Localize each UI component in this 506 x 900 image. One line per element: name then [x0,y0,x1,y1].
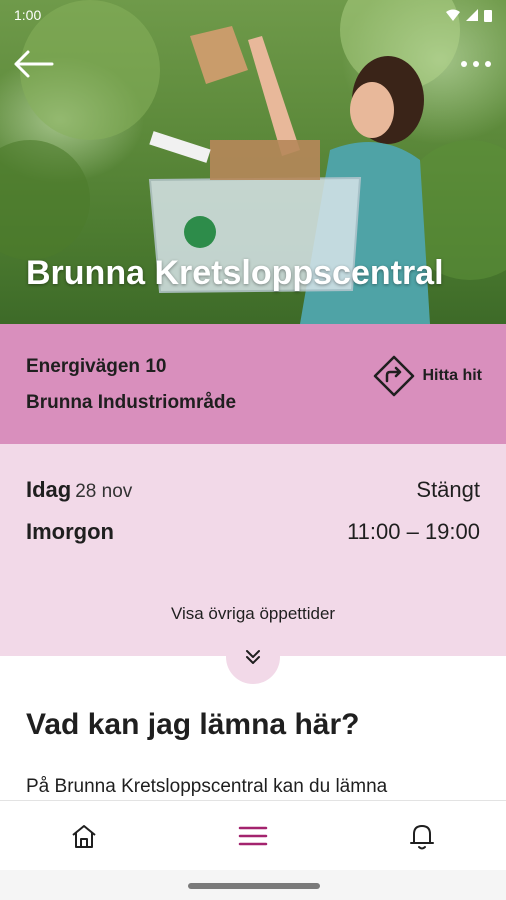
nav-notifications[interactable] [402,818,442,854]
nav-home[interactable] [64,818,104,854]
page-title: Brunna Kretsloppscentral [26,254,444,292]
nav-menu[interactable] [233,818,273,854]
today-label: Idag [26,477,72,502]
wifi-icon [446,9,460,21]
gesture-handle[interactable] [188,883,320,889]
status-icons [446,9,492,22]
menu-icon [238,826,268,846]
double-chevron-down-icon [246,650,260,664]
battery-icon [484,9,492,22]
hours-today-label: Idag 28 nov [26,477,132,503]
directions-button[interactable]: Hitta hit [372,354,482,398]
show-more-hours-link[interactable]: Visa övriga öppettider [0,604,506,624]
hero-image: 1:00 Brunna Kretsloppscentral [0,0,506,324]
address-area: Brunna Industriområde [26,392,237,413]
home-icon [72,825,96,848]
more-options-button[interactable] [456,48,496,80]
signal-icon [466,9,478,21]
today-date: 28 nov [75,481,133,502]
section-body-text: På Brunna Kretsloppscentral kan du lämna [26,776,388,797]
expand-hours-button[interactable] [226,630,280,684]
back-button[interactable] [10,44,58,84]
hours-tomorrow-value: 11:00 – 19:00 [347,519,480,544]
status-time: 1:00 [14,7,42,23]
section-heading: Vad kan jag lämna här? [26,708,360,741]
hours-tomorrow-label: Imorgon [26,519,114,544]
hours-today-value: Stängt [416,477,480,502]
opening-hours-section [0,444,506,656]
bell-icon [410,825,434,850]
arrow-left-icon [14,50,54,78]
directions-label: Hitta hit [422,367,482,384]
directions-icon [374,355,415,397]
address-street: Energivägen 10 [26,356,167,377]
more-horizontal-icon [461,61,491,67]
status-bar: 1:00 [0,0,506,30]
